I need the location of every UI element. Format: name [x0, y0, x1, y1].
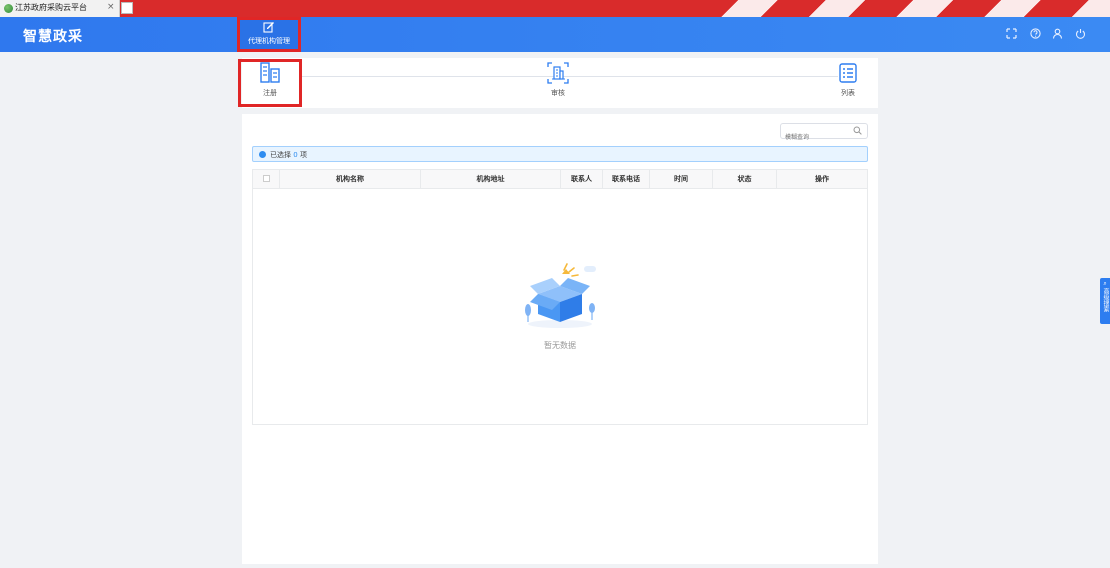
selection-alert: 已选择 0 项: [252, 146, 868, 162]
highlight-box-register: [238, 59, 302, 107]
list-icon: [839, 63, 857, 83]
column-header[interactable]: 状态: [713, 170, 777, 189]
search-input[interactable]: [785, 130, 853, 145]
user-icon[interactable]: [1052, 28, 1063, 42]
app-logo: 智慧政采: [23, 29, 83, 45]
new-tab-button[interactable]: [121, 2, 133, 14]
column-header[interactable]: 机构名称: [280, 170, 421, 189]
empty-box-illustration: [525, 263, 596, 328]
empty-state: 暂无数据: [515, 260, 605, 351]
site-favicon-icon: [4, 4, 13, 13]
advanced-search-tab[interactable]: ⌕ 高级搜索: [1100, 278, 1110, 324]
audit-building-icon: [547, 62, 569, 84]
fullscreen-icon[interactable]: [1006, 28, 1017, 42]
select-all-cell: [253, 170, 280, 189]
select-all-checkbox[interactable]: [262, 174, 270, 182]
column-header[interactable]: 联系人: [561, 170, 603, 189]
browser-tab[interactable]: 江苏政府采购云平台 ×: [0, 0, 120, 17]
column-header[interactable]: 机构地址: [421, 170, 561, 189]
tab-close-icon[interactable]: ×: [107, 2, 115, 12]
app-header: 智慧政采 代理机构管理: [0, 17, 1110, 52]
selection-text: 已选择 0 项: [270, 151, 307, 159]
empty-state-text: 暂无数据: [544, 341, 576, 350]
step-list[interactable]: 列表: [818, 62, 878, 98]
agency-table: 机构名称 机构地址 联系人 联系电话 时间 状态 操作 暂无数据: [252, 169, 868, 425]
column-header[interactable]: 时间: [650, 170, 713, 189]
info-icon: [259, 151, 266, 158]
step-label: 列表: [841, 89, 855, 97]
browser-tab-strip: 江苏政府采购云平台 ×: [0, 0, 1110, 17]
tab-strip-background: [690, 0, 1110, 17]
table-header: 机构名称 机构地址 联系人 联系电话 时间 状态 操作: [253, 170, 867, 189]
step-label: 审核: [551, 89, 565, 97]
selection-count: 0: [293, 151, 298, 159]
column-header[interactable]: 联系电话: [603, 170, 650, 189]
advanced-search-label: 高级搜索: [1102, 288, 1109, 312]
main-card: 已选择 0 项 机构名称 机构地址 联系人 联系电话 时间 状态 操作: [242, 114, 878, 564]
browser-tab-title: 江苏政府采购云平台: [15, 3, 87, 12]
highlight-box-menu: [237, 17, 301, 52]
step-audit[interactable]: 审核: [528, 62, 588, 98]
search-box: [780, 123, 868, 145]
power-icon[interactable]: [1075, 28, 1086, 42]
search-icon: ⌕: [1103, 280, 1107, 287]
column-header[interactable]: 操作: [777, 170, 867, 189]
search-icon[interactable]: [853, 126, 862, 135]
help-icon[interactable]: [1030, 28, 1041, 42]
step-navigation: 注册 审核 列表: [242, 58, 878, 108]
